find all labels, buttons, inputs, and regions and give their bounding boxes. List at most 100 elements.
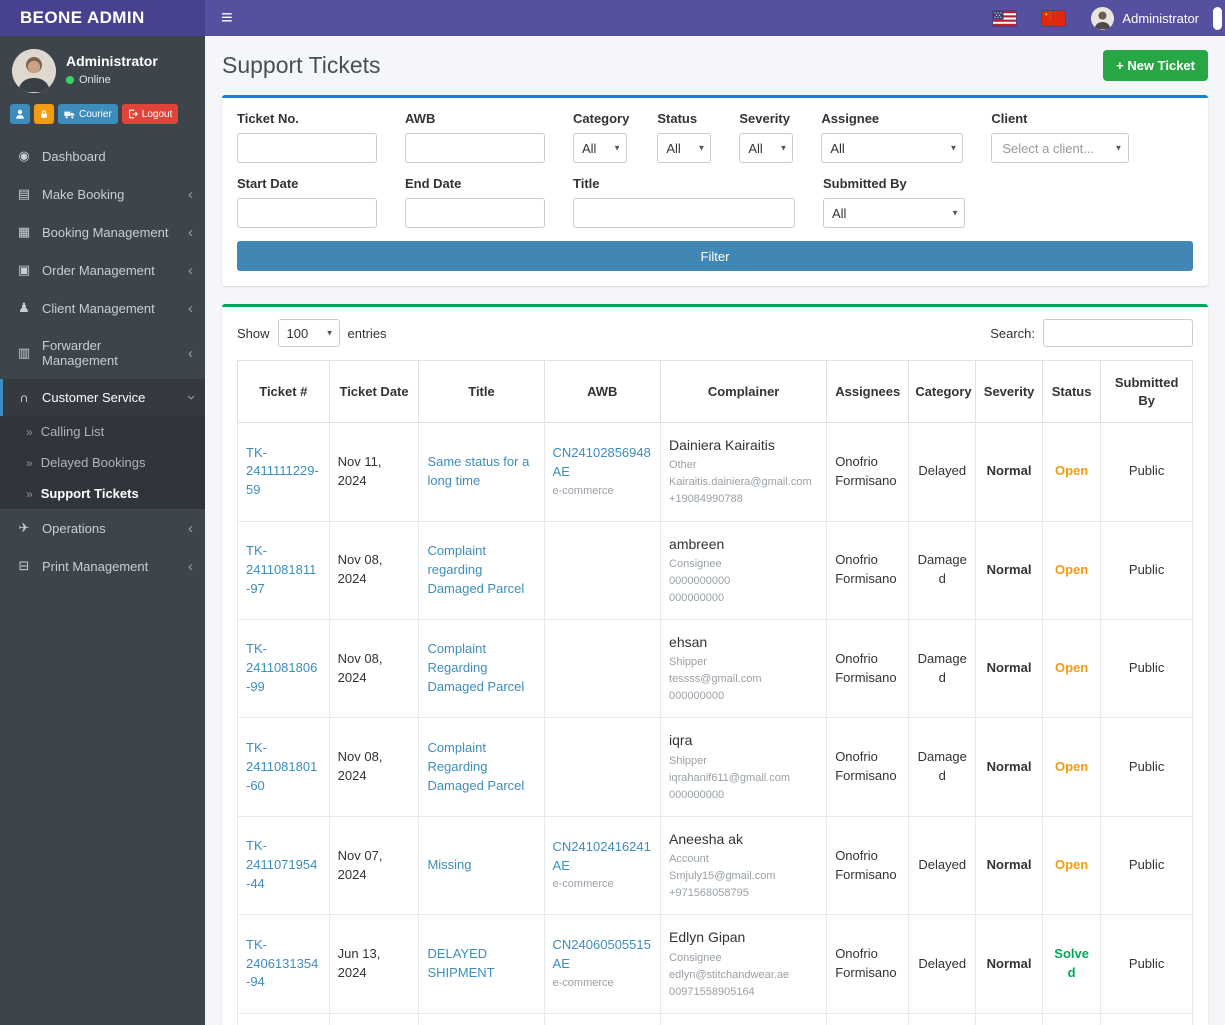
end-date-input[interactable] bbox=[405, 198, 545, 228]
assignees: Onofrio Formisano bbox=[826, 914, 910, 1014]
column-header-awb[interactable]: AWB bbox=[543, 359, 662, 424]
sidebar-item-order-management[interactable]: ▣ Order Management ‹ bbox=[0, 251, 205, 289]
title-label: Title bbox=[573, 176, 600, 191]
severity: Normal bbox=[975, 815, 1043, 916]
sidebar-item-dashboard[interactable]: ◉ Dashboard ‹ bbox=[0, 137, 205, 175]
ticket-title-link[interactable]: Missing bbox=[427, 857, 471, 872]
submitted-by-select[interactable]: All bbox=[823, 198, 965, 228]
awb-link[interactable]: CN24102416241AE bbox=[553, 839, 651, 873]
submitted-by: Public bbox=[1100, 717, 1193, 817]
complainer-detail: iqrahanif611@gmail.com bbox=[669, 771, 791, 784]
column-header-category[interactable]: Category bbox=[908, 359, 977, 424]
category: Damaged bbox=[908, 717, 977, 817]
sidebar-item-operations[interactable]: ✈ Operations ‹ bbox=[0, 509, 205, 547]
new-ticket-button[interactable]: + New Ticket bbox=[1103, 50, 1208, 81]
brand-logo[interactable]: BEONE ADMIN bbox=[0, 0, 205, 36]
hamburger-menu-icon[interactable]: ≡ bbox=[205, 0, 249, 36]
severity-select[interactable]: All bbox=[739, 133, 794, 163]
top-navbar: BEONE ADMIN ≡ Administrator bbox=[0, 0, 1225, 36]
column-header-ticket-date[interactable]: Ticket Date bbox=[328, 359, 420, 424]
submitted-by: Public bbox=[1100, 914, 1193, 1014]
severity: Normal bbox=[975, 717, 1043, 817]
column-header-assignees[interactable]: Assignees bbox=[826, 359, 910, 424]
double-chevron-icon: » bbox=[26, 486, 33, 501]
sidebar-item-forwarder-management[interactable]: ▥ Forwarder Management ‹ bbox=[0, 327, 205, 379]
sidebar-item-label: Forwarder Management bbox=[42, 338, 118, 368]
ticket-title-link[interactable]: Complaint regarding Damaged Parcel bbox=[427, 543, 524, 596]
user-menu[interactable]: Administrator bbox=[1091, 6, 1199, 30]
page-title: Support Tickets bbox=[222, 52, 381, 78]
status-badge: Open bbox=[1055, 561, 1089, 577]
complainer-name: Edlyn Gipan bbox=[669, 929, 746, 946]
awb-link[interactable]: CN24060505515AE bbox=[553, 937, 651, 971]
us-flag-icon[interactable] bbox=[993, 10, 1017, 26]
assignee-select[interactable]: All bbox=[821, 133, 964, 163]
column-header-title[interactable]: Title bbox=[418, 359, 545, 424]
sidebar-submenu: » Calling List » Delayed Bookings » Supp… bbox=[0, 416, 205, 509]
ticket-title-link[interactable]: Complaint Regarding Damaged Parcel bbox=[427, 740, 524, 793]
sidebar-item-label: Print Management bbox=[42, 558, 149, 574]
sidebar-item-print-management[interactable]: ⊟ Print Management ‹ bbox=[0, 547, 205, 585]
password-button[interactable] bbox=[34, 104, 54, 124]
sidebar-subitem-support-tickets[interactable]: » Support Tickets bbox=[0, 478, 205, 509]
dashboard-icon: ◉ bbox=[18, 148, 30, 163]
title-input[interactable] bbox=[573, 198, 795, 228]
chevron-icon: ‹ bbox=[182, 395, 199, 400]
sidebar-subitem-calling-list[interactable]: » Calling List bbox=[0, 416, 205, 447]
column-header-status[interactable]: Status bbox=[1041, 359, 1102, 424]
chevron-icon: ‹ bbox=[188, 261, 193, 279]
submitted-by: Public bbox=[1100, 422, 1193, 522]
client-management-icon: ♟ bbox=[18, 300, 30, 315]
search-label: Search: bbox=[990, 325, 1035, 341]
ticket-number-link[interactable]: TK-2411081811-97 bbox=[246, 543, 316, 596]
scrollbar-thumb[interactable] bbox=[1213, 7, 1222, 30]
severity: Normal bbox=[975, 1012, 1043, 1025]
column-header-severity[interactable]: Severity bbox=[975, 359, 1043, 424]
start-date-input[interactable] bbox=[237, 198, 377, 228]
sidebar-item-booking-management[interactable]: ▦ Booking Management ‹ bbox=[0, 213, 205, 251]
column-header-submitted-by[interactable]: Submitted By bbox=[1100, 359, 1193, 424]
courier-button[interactable]: Courier bbox=[58, 104, 118, 124]
category-select[interactable]: All bbox=[573, 133, 627, 163]
complainer-detail: 000000000 bbox=[669, 591, 725, 604]
search-input[interactable] bbox=[1043, 319, 1193, 347]
avatar bbox=[1091, 6, 1115, 30]
sidebar-menu: ◉ Dashboard ‹ ▤ Make Booking ‹ ▦ Booking… bbox=[0, 137, 205, 585]
logout-button[interactable]: Logout bbox=[121, 104, 179, 124]
ticket-title-link[interactable]: Complaint Regarding Damaged Parcel bbox=[427, 641, 524, 694]
table-header-row: Ticket # Ticket Date Title AWB Complainer Ass… bbox=[237, 359, 1193, 424]
china-flag-icon[interactable] bbox=[1042, 10, 1066, 26]
ticket-title-link[interactable]: Same status for a long time bbox=[427, 454, 529, 488]
awb-input[interactable] bbox=[405, 133, 545, 163]
sidebar-item-client-management[interactable]: ♟ Client Management ‹ bbox=[0, 289, 205, 327]
page-size-select[interactable]: 100 bbox=[277, 319, 340, 347]
sidebar-item-label: Make Booking bbox=[42, 186, 125, 202]
awb-link[interactable]: CN24102856948AE bbox=[553, 445, 651, 479]
complainer-details: Shipper tessss@gmail.com 000000000 bbox=[669, 654, 818, 705]
ticket-date: Nov 11, 2024 bbox=[328, 422, 420, 522]
status-badge: Solved bbox=[1054, 946, 1089, 980]
profile-button[interactable] bbox=[10, 104, 30, 124]
ticket-number-link[interactable]: TK-2411111229-59 bbox=[246, 445, 319, 498]
column-header-ticket-[interactable]: Ticket # bbox=[237, 359, 330, 424]
ticket-title-link[interactable]: DELAYED SHIPMENT bbox=[427, 946, 494, 980]
complainer-detail: 000000000 bbox=[669, 690, 725, 703]
ticket-number-link[interactable]: TK-2411081801-60 bbox=[246, 740, 317, 793]
status-select[interactable]: All bbox=[657, 133, 712, 163]
sidebar-item-make-booking[interactable]: ▤ Make Booking ‹ bbox=[0, 175, 205, 213]
ticket-number-link[interactable]: TK-2411071954-44 bbox=[246, 838, 317, 891]
chevron-down-icon: ▼ bbox=[1114, 143, 1123, 153]
sidebar-subitem-delayed-bookings[interactable]: » Delayed Bookings bbox=[0, 447, 205, 478]
client-select[interactable]: Select a client... ▼ bbox=[991, 133, 1130, 163]
complainer-detail: Shipper bbox=[669, 656, 707, 669]
filter-button[interactable]: Filter bbox=[237, 241, 1193, 271]
ticket-no-input[interactable] bbox=[237, 133, 377, 163]
ticket-number-link[interactable]: TK-2406131354-94 bbox=[246, 937, 318, 990]
ticket-number-link[interactable]: TK-2411081806-99 bbox=[246, 641, 317, 694]
column-header-complainer[interactable]: Complainer bbox=[660, 359, 828, 424]
sidebar-item-label: Dashboard bbox=[42, 148, 106, 164]
sidebar-item-label: Booking Management bbox=[42, 224, 169, 240]
sidebar-subitem-label: Delayed Bookings bbox=[40, 455, 146, 470]
complainer-detail: tessss@gmail.com bbox=[669, 673, 762, 686]
sidebar-item-customer-service[interactable]: ∩ Customer Service ‹ bbox=[0, 379, 205, 416]
